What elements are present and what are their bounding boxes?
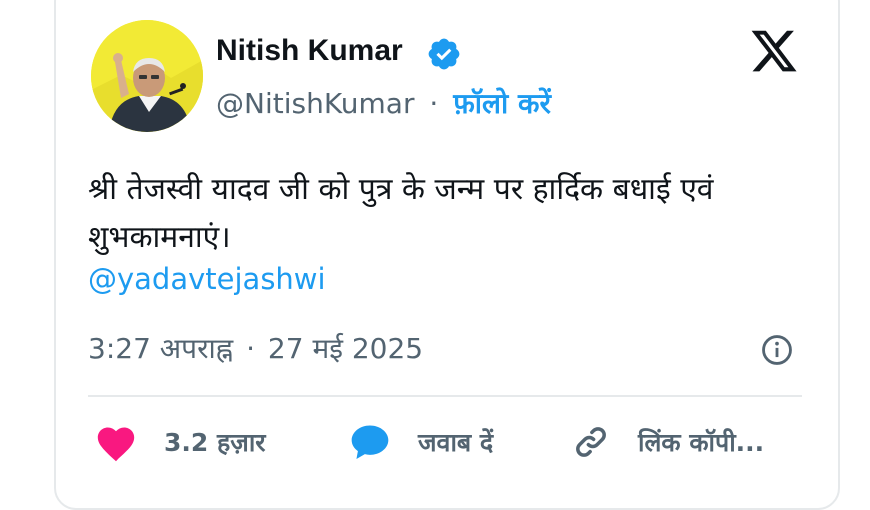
reply-button[interactable]: जवाब दें — [348, 418, 493, 466]
timestamp[interactable]: 3:27 अपराह्न · 27 मई 2025 — [88, 329, 423, 367]
tweet-text: श्री तेजस्वी यादव जी को पुत्र के जन्म पर… — [88, 172, 714, 255]
like-button[interactable]: 3.2 हज़ार — [94, 418, 266, 466]
reply-label: जवाब दें — [418, 428, 494, 457]
handle-row: @NitishKumar · फ़ॉलो करें — [216, 84, 551, 122]
tweet-date[interactable]: 27 मई 2025 — [268, 332, 423, 365]
handle-separator: · — [429, 87, 439, 120]
author-name[interactable]: Nitish Kumar — [216, 34, 403, 68]
timestamp-separator: · — [246, 332, 256, 365]
follow-button[interactable]: फ़ॉलो करें — [453, 87, 551, 120]
tweet-time[interactable]: 3:27 अपराह्न — [88, 332, 233, 365]
copy-link-button[interactable]: लिंक कॉपी... — [570, 418, 764, 466]
x-logo-icon[interactable] — [748, 26, 800, 76]
author-handle[interactable]: @NitishKumar — [216, 87, 414, 120]
avatar[interactable] — [91, 20, 203, 132]
heart-icon — [94, 422, 138, 462]
info-icon[interactable] — [760, 333, 794, 367]
mention-link[interactable]: @yadavtejashwi — [88, 262, 326, 296]
reply-bubble-icon — [348, 420, 392, 464]
like-count: 3.2 हज़ार — [164, 428, 266, 457]
divider — [88, 395, 802, 397]
link-icon — [570, 421, 612, 463]
copy-link-label: लिंक कॉपी... — [638, 428, 765, 457]
verified-badge-icon — [426, 36, 462, 72]
